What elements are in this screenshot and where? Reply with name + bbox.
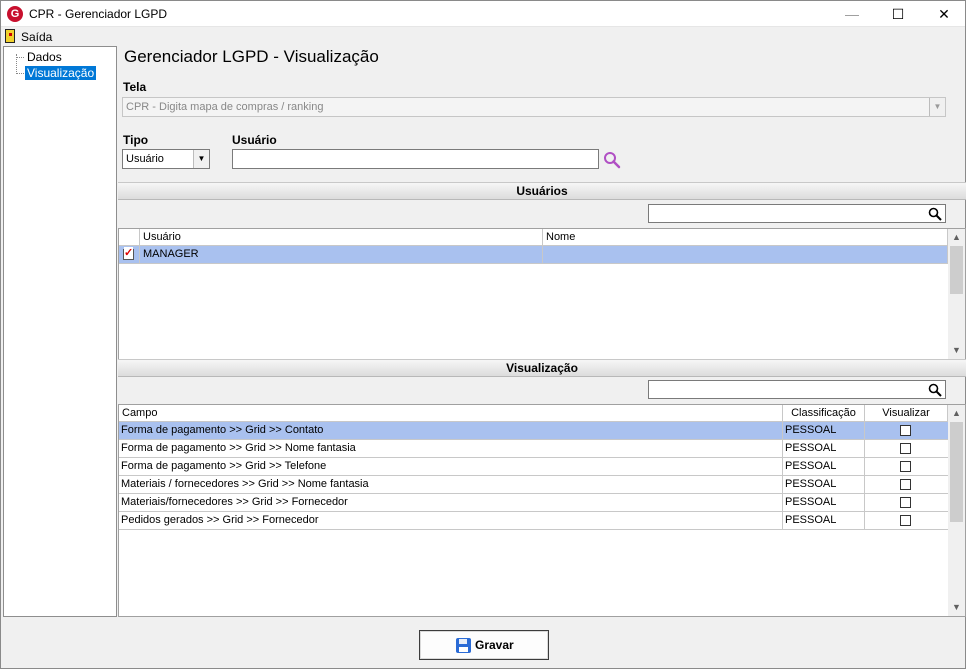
visualizacao-section-header: Visualização xyxy=(118,359,966,377)
tipo-select-value: Usuário xyxy=(126,153,164,165)
tree-item-label: Visualização xyxy=(25,66,97,80)
cell-visualizar xyxy=(865,440,948,458)
scroll-thumb[interactable] xyxy=(950,422,963,522)
grid-header-campo[interactable]: Campo xyxy=(119,405,783,422)
grid-header-usuario[interactable]: Usuário xyxy=(140,229,543,246)
usuarios-grid: Usuário Nome MANAGER ▲ ▼ xyxy=(118,228,966,360)
cell-classificacao: PESSOAL xyxy=(783,512,865,530)
cell-classificacao: PESSOAL xyxy=(783,440,865,458)
visualizacao-search-input[interactable] xyxy=(648,380,946,399)
cell-classificacao: PESSOAL xyxy=(783,458,865,476)
table-row[interactable]: Forma de pagamento >> Grid >> Nome fanta… xyxy=(119,440,948,458)
scroll-up-icon[interactable]: ▲ xyxy=(948,229,965,246)
cell-campo: Forma de pagamento >> Grid >> Nome fanta… xyxy=(119,440,783,458)
tree-item-visualizacao[interactable]: Visualização xyxy=(16,66,97,80)
cell-campo: Materiais/fornecedores >> Grid >> Fornec… xyxy=(119,494,783,512)
table-row[interactable]: Pedidos gerados >> Grid >> Fornecedor PE… xyxy=(119,512,948,530)
usuarios-grid-header: Usuário Nome xyxy=(119,229,948,246)
minimize-button[interactable]: — xyxy=(829,1,875,27)
table-row[interactable]: Materiais / fornecedores >> Grid >> Nome… xyxy=(119,476,948,494)
cell-campo: Materiais / fornecedores >> Grid >> Nome… xyxy=(119,476,783,494)
tela-select[interactable]: CPR - Digita mapa de compras / ranking ▼ xyxy=(122,97,946,117)
exit-door-icon xyxy=(5,29,15,43)
visualizacao-grid-header: Campo Classificação Visualizar xyxy=(119,405,948,422)
grid-header-classificacao[interactable]: Classificação xyxy=(783,405,865,422)
usuario-input[interactable] xyxy=(232,149,599,169)
tela-select-value: CPR - Digita mapa de compras / ranking xyxy=(126,101,324,113)
tela-label: Tela xyxy=(123,80,147,94)
cell-classificacao: PESSOAL xyxy=(783,494,865,512)
usuario-search-button[interactable] xyxy=(603,151,621,169)
visualizacao-grid: Campo Classificação Visualizar Forma de … xyxy=(118,404,966,617)
usuarios-search-input[interactable] xyxy=(648,204,946,223)
cell-visualizar xyxy=(865,476,948,494)
scroll-down-icon[interactable]: ▼ xyxy=(948,342,965,359)
menu-exit-label: Saída xyxy=(21,30,53,44)
menu-bar: Saída xyxy=(1,27,965,46)
tree-item-dados[interactable]: Dados xyxy=(16,50,64,64)
cell-usuario: MANAGER xyxy=(140,246,543,264)
chevron-down-icon: ▼ xyxy=(929,98,945,116)
tipo-select[interactable]: Usuário ▼ xyxy=(122,149,210,169)
page-title: Gerenciador LGPD - Visualização xyxy=(124,47,379,66)
grid-header-visualizar[interactable]: Visualizar xyxy=(865,405,948,422)
cell-campo: Pedidos gerados >> Grid >> Fornecedor xyxy=(119,512,783,530)
visualizar-checkbox[interactable] xyxy=(900,425,911,436)
cell-classificacao: PESSOAL xyxy=(783,476,865,494)
row-check-cell xyxy=(119,246,140,264)
visualizar-checkbox[interactable] xyxy=(900,497,911,508)
grid-header-check xyxy=(119,229,140,246)
cell-campo: Forma de pagamento >> Grid >> Contato xyxy=(119,422,783,440)
search-icon[interactable] xyxy=(928,207,942,221)
visualizar-checkbox[interactable] xyxy=(900,479,911,490)
visualizacao-scrollbar[interactable]: ▲ ▼ xyxy=(948,405,965,616)
cell-visualizar xyxy=(865,422,948,440)
search-icon[interactable] xyxy=(928,383,942,397)
maximize-button[interactable]: ☐ xyxy=(875,1,921,27)
visualizar-checkbox[interactable] xyxy=(900,515,911,526)
window-title: CPR - Gerenciador LGPD xyxy=(29,7,168,21)
search-icon xyxy=(604,152,621,169)
chevron-down-icon: ▼ xyxy=(193,150,209,168)
table-row[interactable]: Forma de pagamento >> Grid >> Telefone P… xyxy=(119,458,948,476)
cell-nome xyxy=(543,246,948,264)
cell-visualizar xyxy=(865,458,948,476)
gravar-button[interactable]: Gravar xyxy=(419,630,549,660)
cell-visualizar xyxy=(865,512,948,530)
navigation-tree: Dados Visualização xyxy=(3,46,117,617)
grid-header-nome[interactable]: Nome xyxy=(543,229,948,246)
app-window: G CPR - Gerenciador LGPD — ☐ ✕ Saída Dad… xyxy=(0,0,966,669)
cell-campo: Forma de pagamento >> Grid >> Telefone xyxy=(119,458,783,476)
visualizar-checkbox[interactable] xyxy=(900,461,911,472)
table-row[interactable]: Materiais/fornecedores >> Grid >> Fornec… xyxy=(119,494,948,512)
floppy-disk-icon xyxy=(456,638,471,653)
menu-exit[interactable]: Saída xyxy=(1,27,53,46)
table-row[interactable]: Forma de pagamento >> Grid >> Contato PE… xyxy=(119,422,948,440)
title-bar[interactable]: G CPR - Gerenciador LGPD — ☐ ✕ xyxy=(1,1,965,27)
visualizar-checkbox[interactable] xyxy=(900,443,911,454)
cell-classificacao: PESSOAL xyxy=(783,422,865,440)
scroll-up-icon[interactable]: ▲ xyxy=(948,405,965,422)
gravar-button-label: Gravar xyxy=(475,638,514,652)
app-logo-icon: G xyxy=(7,6,23,22)
tipo-label: Tipo xyxy=(123,133,149,147)
row-checkbox[interactable] xyxy=(123,247,134,260)
table-row[interactable]: MANAGER xyxy=(119,246,948,264)
close-button[interactable]: ✕ xyxy=(921,1,966,27)
usuario-label: Usuário xyxy=(232,133,277,147)
cell-visualizar xyxy=(865,494,948,512)
usuarios-section-header: Usuários xyxy=(118,182,966,200)
tree-item-label: Dados xyxy=(27,50,62,64)
usuarios-scrollbar[interactable]: ▲ ▼ xyxy=(948,229,965,359)
scroll-thumb[interactable] xyxy=(950,246,963,294)
scroll-down-icon[interactable]: ▼ xyxy=(948,599,965,616)
